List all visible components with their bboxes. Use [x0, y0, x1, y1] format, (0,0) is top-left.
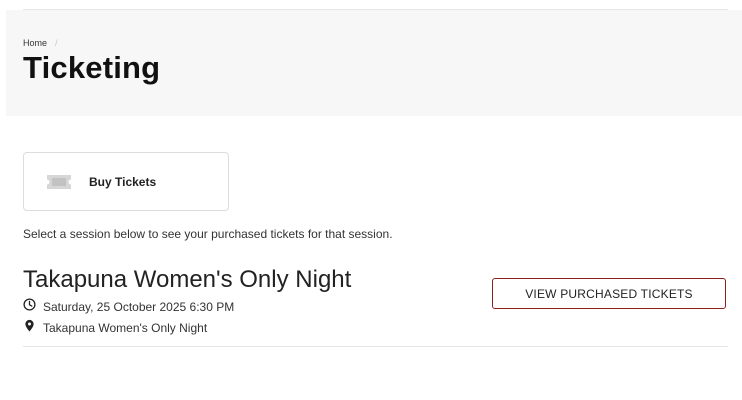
session-instructions: Select a session below to see your purch…: [23, 227, 393, 241]
page-title: Ticketing: [23, 50, 161, 85]
buy-tickets-label: Buy Tickets: [89, 174, 157, 189]
view-purchased-tickets-button[interactable]: VIEW PURCHASED TICKETS: [492, 278, 726, 309]
map-pin-icon: [23, 319, 36, 336]
session-location-row: Takapuna Women's Only Night: [23, 319, 728, 336]
breadcrumb: Home /: [23, 38, 58, 48]
breadcrumb-home-link[interactable]: Home: [23, 38, 47, 48]
clock-icon: [23, 298, 36, 315]
ticket-icon: [44, 173, 74, 191]
session-datetime: Saturday, 25 October 2025 6:30 PM: [43, 299, 235, 314]
buy-tickets-card[interactable]: Buy Tickets: [23, 152, 229, 211]
session-location: Takapuna Women's Only Night: [43, 320, 208, 335]
session-divider: [23, 346, 728, 347]
breadcrumb-separator: /: [55, 38, 58, 48]
